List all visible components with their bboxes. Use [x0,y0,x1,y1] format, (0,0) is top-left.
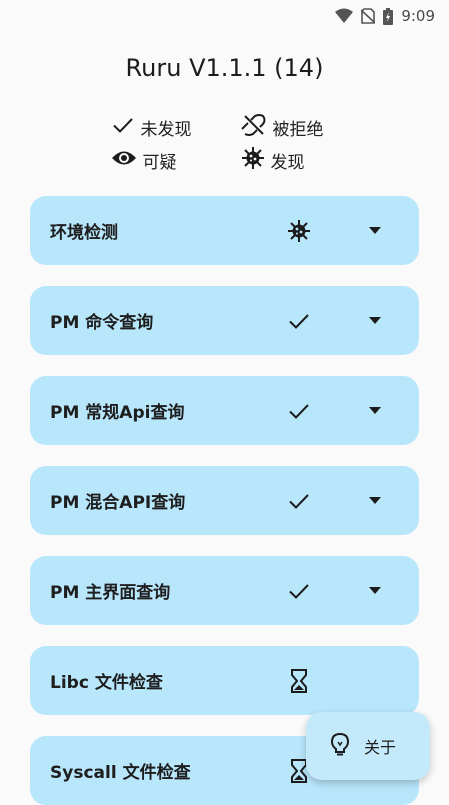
app-title: Ruru V1.1.1 (14) [125,54,324,82]
legend-not-found: 未发现 [111,113,209,142]
chevron-down-icon[interactable] [365,310,385,330]
card-label: Libc 文件检查 [50,673,163,693]
card-label: PM 常规Api查询 [50,403,185,423]
card-label: PM 命令查询 [50,313,154,333]
legend-label: 未发现 [140,120,192,140]
battery-icon [383,7,394,25]
check-icon [286,488,312,514]
no-sim-icon [361,8,376,24]
check-icon [286,398,312,424]
legend-label: 被拒绝 [272,120,324,140]
wifi-icon [335,8,354,24]
check-icon [286,308,312,334]
check-card-pm-api[interactable]: PM 常规Api查询 [30,376,419,445]
check-card-environment[interactable]: 环境检测 [30,196,419,265]
lightbulb-icon [330,732,350,760]
check-card-pm-mixed-api[interactable]: PM 混合API查询 [30,466,419,535]
chevron-down-icon[interactable] [365,490,385,510]
legend-row: 可疑 发现 [0,146,449,175]
check-card-pm-command[interactable]: PM 命令查询 [30,286,419,355]
about-button[interactable]: 关于 [306,712,430,780]
legend-found: 发现 [241,146,339,175]
hourglass-icon [286,668,312,694]
denied-icon [240,113,267,142]
check-card-libc[interactable]: Libc 文件检查 [30,646,419,715]
card-label: PM 混合API查询 [50,493,186,513]
card-label: 环境检测 [50,223,118,243]
status-bar: 9:09 [0,0,449,32]
legend-label: 发现 [270,153,305,173]
clock: 9:09 [401,7,435,25]
about-label: 关于 [364,738,397,757]
legend-label: 可疑 [142,153,177,173]
chevron-down-icon[interactable] [365,400,385,420]
card-label: Syscall 文件检查 [50,763,191,783]
eye-icon [111,148,137,173]
virus-icon [286,218,312,244]
chevron-down-icon[interactable] [365,580,385,600]
legend-denied: 被拒绝 [240,113,339,142]
check-icon [286,578,312,604]
check-icon [111,113,135,142]
card-label: PM 主界面查询 [50,583,171,603]
virus-icon [241,146,265,175]
check-card-pm-launcher[interactable]: PM 主界面查询 [30,556,419,625]
legend-row: 未发现 被拒绝 [0,113,449,142]
legend-suspicious: 可疑 [111,146,209,175]
chevron-down-icon[interactable] [365,220,385,240]
